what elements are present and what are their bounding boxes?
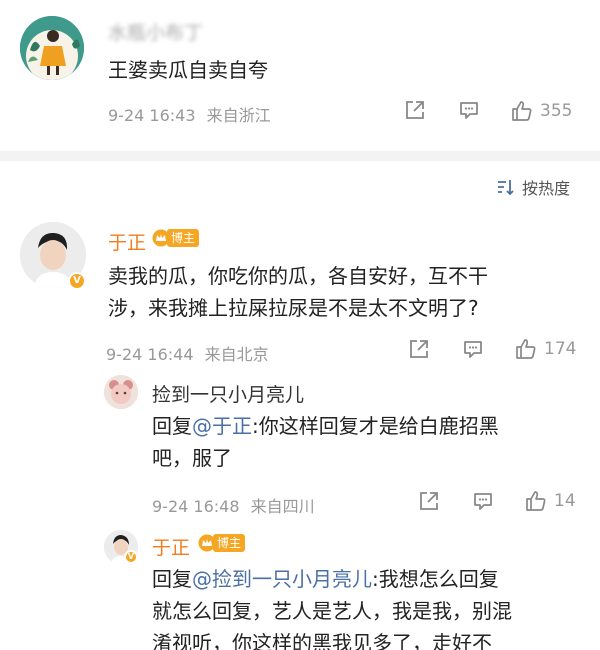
- comment-text: 卖我的瓜，你吃你的瓜，各自安好，互不干 涉，来我摊上拉屎拉尿是不是太不文明了?: [108, 260, 488, 324]
- sort-by-heat-button[interactable]: 按热度: [496, 175, 570, 199]
- share-icon: [420, 492, 438, 510]
- reply-text-line: 淆视听，你这样的黑我见多了，走好不: [152, 631, 492, 650]
- location-text: 来自四川: [250, 497, 315, 516]
- thumbs-up-icon: [526, 491, 546, 511]
- reply-prefix: 回复: [152, 567, 192, 591]
- share-icon: [406, 101, 424, 119]
- comment-text-line: 卖我的瓜，你吃你的瓜，各自安好，互不干: [108, 264, 488, 288]
- reply-text-line: 就怎么回复，艺人是艺人，我是我，别混: [152, 599, 512, 623]
- reply-text-line: 回复@于正:你这样回复才是给白鹿招黑: [152, 410, 499, 442]
- timestamp-text: 9-24 16:48: [152, 497, 240, 516]
- author-badge: 博主: [152, 229, 200, 247]
- avatar[interactable]: [104, 375, 138, 409]
- comment-text-line: 涉，来我摊上拉屎拉尿是不是太不文明了?: [108, 296, 479, 320]
- comment-button[interactable]: [462, 338, 484, 360]
- thumbs-up-icon: [516, 339, 536, 359]
- comment-icon: [474, 493, 492, 510]
- comment-username[interactable]: 于正: [108, 228, 146, 255]
- bear-illustration-icon: [104, 375, 138, 409]
- timestamp-text: 9-24 16:43: [108, 106, 196, 125]
- comment-text: 王婆卖瓜自卖自夸: [108, 58, 268, 82]
- share-button[interactable]: [408, 338, 430, 360]
- thumbs-up-icon: [512, 101, 532, 121]
- comment-button[interactable]: [472, 490, 494, 512]
- timestamp-text: 9-24 16:44: [106, 345, 194, 364]
- like-count: 355: [540, 101, 573, 121]
- like-button[interactable]: 174: [514, 337, 576, 361]
- reply-text-content: :你这样回复才是给白鹿招黑: [252, 414, 499, 438]
- like-button[interactable]: 355: [510, 99, 572, 123]
- sort-label: 按热度: [522, 179, 571, 198]
- comment-timestamp: 9-24 16:44 来自北京: [106, 341, 269, 365]
- reply-text-content: :我想怎么回复: [372, 567, 499, 591]
- comment-icon: [460, 102, 478, 119]
- sort-icon: [498, 180, 514, 196]
- share-button[interactable]: [404, 99, 426, 121]
- comment-username[interactable]: 水瓶小布丁: [108, 18, 203, 45]
- reply-username[interactable]: 捡到一只小月亮儿: [152, 380, 304, 407]
- comment-icon: [464, 341, 482, 358]
- reply-text: 回复@于正:你这样回复才是给白鹿招黑 吧，服了: [152, 410, 499, 474]
- section-divider: [0, 151, 600, 161]
- author-badge: 博主: [198, 534, 246, 552]
- mention-link[interactable]: @捡到一只小月亮儿: [192, 567, 372, 591]
- like-count: 14: [554, 491, 576, 511]
- reply-text-line: 回复@捡到一只小月亮儿:我想怎么回复: [152, 563, 512, 595]
- location-text: 来自浙江: [206, 106, 271, 125]
- avatar[interactable]: [20, 16, 84, 80]
- verified-badge: V: [124, 550, 138, 564]
- girl-illustration-icon: [20, 16, 84, 80]
- reply-prefix: 回复: [152, 414, 192, 438]
- like-count: 174: [544, 339, 577, 359]
- author-badge-label: 博主: [167, 229, 200, 247]
- share-button[interactable]: [418, 490, 440, 512]
- reply-username[interactable]: 于正: [152, 533, 190, 560]
- verified-badge: V: [68, 272, 86, 290]
- author-badge-label: 博主: [213, 534, 246, 552]
- mention-link[interactable]: @于正: [192, 414, 252, 438]
- reply-text: 回复@捡到一只小月亮儿:我想怎么回复 就怎么回复，艺人是艺人，我是我，别混 淆视…: [152, 563, 512, 650]
- comment-button[interactable]: [458, 99, 480, 121]
- location-text: 来自北京: [204, 345, 269, 364]
- reply-timestamp: 9-24 16:48 来自四川: [152, 493, 315, 517]
- like-button[interactable]: 14: [524, 489, 576, 513]
- share-icon: [410, 340, 428, 358]
- reply-text-line: 吧，服了: [152, 446, 232, 470]
- comment-timestamp: 9-24 16:43 来自浙江: [108, 102, 271, 126]
